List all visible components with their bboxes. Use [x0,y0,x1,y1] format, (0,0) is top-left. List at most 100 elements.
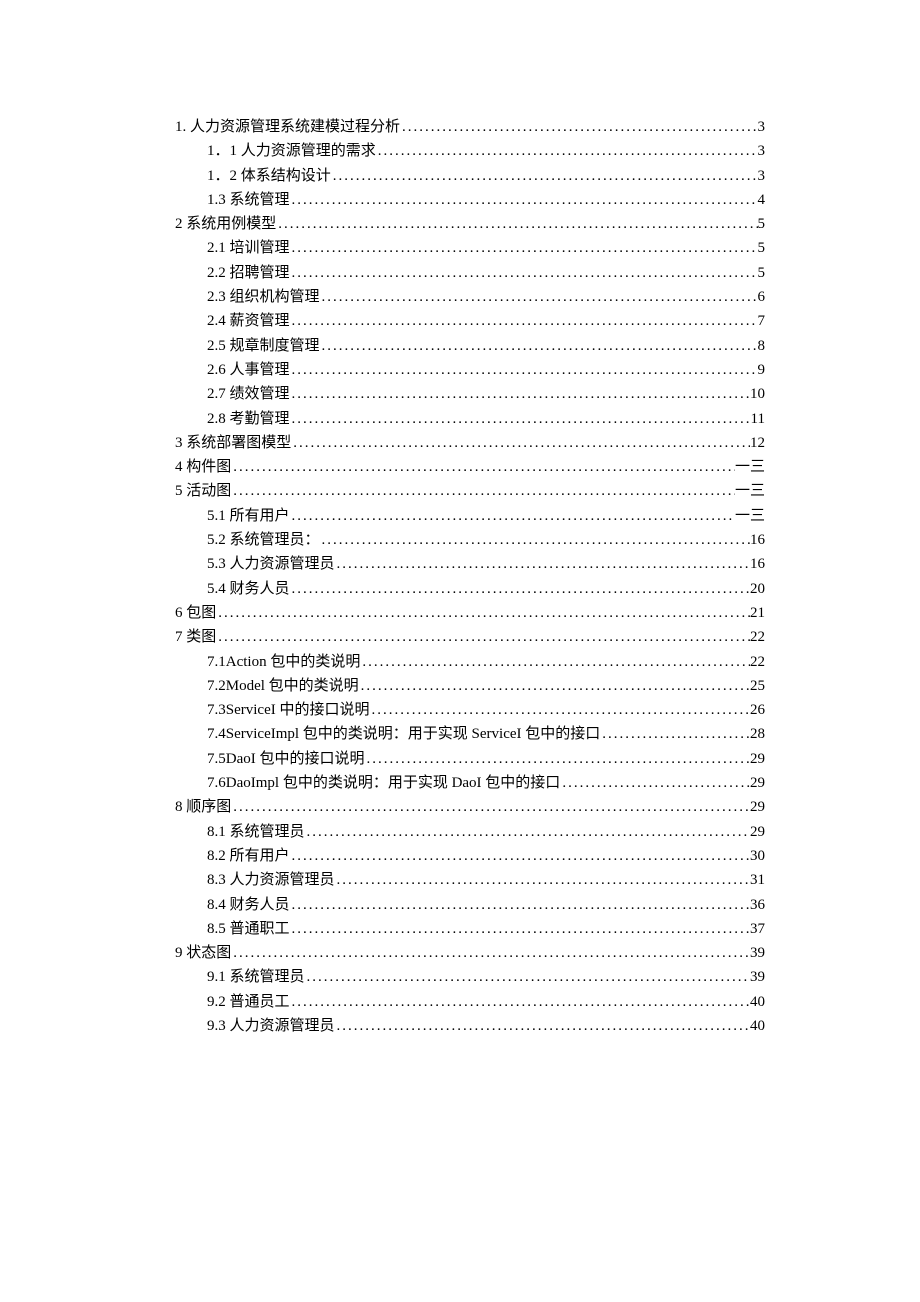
toc-title: 5.1 所有用户 [207,504,290,528]
toc-entry[interactable]: 2.1 培训管理 5 [175,236,765,260]
toc-entry[interactable]: 6 包图 21 [175,601,765,625]
toc-leader-dots [320,334,758,358]
toc-entry[interactable]: 8.5 普通职工37 [175,917,765,941]
toc-entry[interactable]: 1．1 人力资源管理的需求3 [175,139,765,163]
toc-page-number: 8 [758,334,766,358]
toc-leader-dots [290,188,758,212]
toc-entry[interactable]: 5.3 人力资源管理员16 [175,552,765,576]
toc-title: 2.1 培训管理 [207,236,290,260]
toc-entry[interactable]: 8.3 人力资源管理员31 [175,868,765,892]
toc-title: 6 包图 [175,601,216,625]
toc-leader-dots [290,504,735,528]
toc-leader-dots [335,1014,750,1038]
toc-page-number: 39 [750,965,765,989]
toc-leader-dots [369,698,750,722]
toc-title: 4 构件图 [175,455,231,479]
toc-entry[interactable]: 7.1Action 包中的类说明22 [175,650,765,674]
toc-leader-dots [359,674,750,698]
toc-title: 8.1 系统管理员 [207,820,305,844]
toc-title: 5.4 财务人员 [207,577,290,601]
toc-entry[interactable]: 7.3ServiceI 中的接口说明 26 [175,698,765,722]
toc-page-number: 36 [750,893,765,917]
toc-page-number: 11 [751,407,765,431]
toc-leader-dots [290,382,750,406]
toc-title: 8.4 财务人员 [207,893,290,917]
toc-leader-dots [360,650,750,674]
toc-leader-dots [290,917,750,941]
toc-entry[interactable]: 1. 人力资源管理系统建模过程分析3 [175,115,765,139]
toc-page-number: 25 [750,674,765,698]
toc-page-number: 3 [758,164,766,188]
toc-entry[interactable]: 5.4 财务人员20 [175,577,765,601]
toc-title: 2.7 绩效管理 [207,382,290,406]
toc-entry[interactable]: 9.1 系统管理员39 [175,965,765,989]
toc-entry[interactable]: 9.2 普通员工40 [175,990,765,1014]
toc-leader-dots [365,747,751,771]
toc-entry[interactable]: 8.2 所有用户30 [175,844,765,868]
toc-title: 9.2 普通员工 [207,990,290,1014]
toc-page-number: 16 [750,528,765,552]
toc-title: 1．2 体系结构设计 [207,164,331,188]
toc-page-number: 7 [758,309,766,333]
toc-title: 2.2 招聘管理 [207,261,290,285]
toc-entry[interactable]: 2.7 绩效管理 10 [175,382,765,406]
toc-leader-dots [290,844,750,868]
toc-title: 7.2Model 包中的类说明 [207,674,359,698]
toc-entry[interactable]: 9 状态图39 [175,941,765,965]
toc-entry[interactable]: 7 类图22 [175,625,765,649]
toc-page-number: 一三 [735,479,765,503]
toc-entry[interactable]: 7.5DaoI 包中的接口说明29 [175,747,765,771]
toc-page-number: 5 [758,236,766,260]
toc-title: 5.3 人力资源管理员 [207,552,335,576]
toc-entry[interactable]: 5 活动图一三 [175,479,765,503]
toc-page-number: 28 [750,722,765,746]
toc-entry[interactable]: 2 系统用例模型5 [175,212,765,236]
toc-entry[interactable]: 2.3 组织机构管理6 [175,285,765,309]
toc-leader-dots [216,601,750,625]
toc-entry[interactable]: 1.3 系统管理4 [175,188,765,212]
toc-title: 8.5 普通职工 [207,917,290,941]
toc-entry[interactable]: 7.6DaoImpl 包中的类说明：用于实现 DaoI 包中的接口 29 [175,771,765,795]
toc-title: 2.5 规章制度管理 [207,334,320,358]
toc-title: 9 状态图 [175,941,231,965]
toc-title: 2.4 薪资管理 [207,309,290,333]
toc-leader-dots [331,164,758,188]
toc-leader-dots [231,795,750,819]
toc-title: 7.4ServiceImpl 包中的类说明：用于实现 ServiceI 包中的接… [207,722,600,746]
toc-entry[interactable]: 9.3 人力资源管理员40 [175,1014,765,1038]
toc-leader-dots [305,820,750,844]
toc-entry[interactable]: 7.2Model 包中的类说明 25 [175,674,765,698]
toc-page-number: 3 [758,115,766,139]
toc-page-number: 6 [758,285,766,309]
toc-entry[interactable]: 7.4ServiceImpl 包中的类说明：用于实现 ServiceI 包中的接… [175,722,765,746]
toc-entry[interactable]: 8 顺序图29 [175,795,765,819]
toc-entry[interactable]: 2.2 招聘管理 5 [175,261,765,285]
toc-entry[interactable]: 2.5 规章制度管理 8 [175,334,765,358]
toc-title: 5.2 系统管理员： [207,528,320,552]
toc-page-number: 5 [758,261,766,285]
toc-title: 8.2 所有用户 [207,844,290,868]
toc-leader-dots [231,479,735,503]
toc-page-number: 21 [750,601,765,625]
toc-page-number: 31 [750,868,765,892]
toc-page-number: 10 [750,382,765,406]
toc-entry[interactable]: 1．2 体系结构设计 3 [175,164,765,188]
toc-leader-dots [290,990,750,1014]
toc-leader-dots [376,139,758,163]
toc-entry[interactable]: 2.4 薪资管理 7 [175,309,765,333]
toc-entry[interactable]: 8.4 财务人员 36 [175,893,765,917]
toc-entry[interactable]: 3 系统部署图模型12 [175,431,765,455]
toc-entry[interactable]: 4 构件图一三 [175,455,765,479]
toc-entry[interactable]: 2.8 考勤管理 11 [175,407,765,431]
toc-leader-dots [600,722,750,746]
toc-leader-dots [231,455,735,479]
toc-entry[interactable]: 5.1 所有用户一三 [175,504,765,528]
toc-leader-dots [400,115,757,139]
toc-entry[interactable]: 8.1 系统管理员29 [175,820,765,844]
toc-entry[interactable]: 2.6 人事管理9 [175,358,765,382]
toc-title: 2.8 考勤管理 [207,407,290,431]
toc-title: 8 顺序图 [175,795,231,819]
toc-leader-dots [560,771,750,795]
toc-page-number: 22 [750,650,765,674]
toc-entry[interactable]: 5.2 系统管理员： 16 [175,528,765,552]
